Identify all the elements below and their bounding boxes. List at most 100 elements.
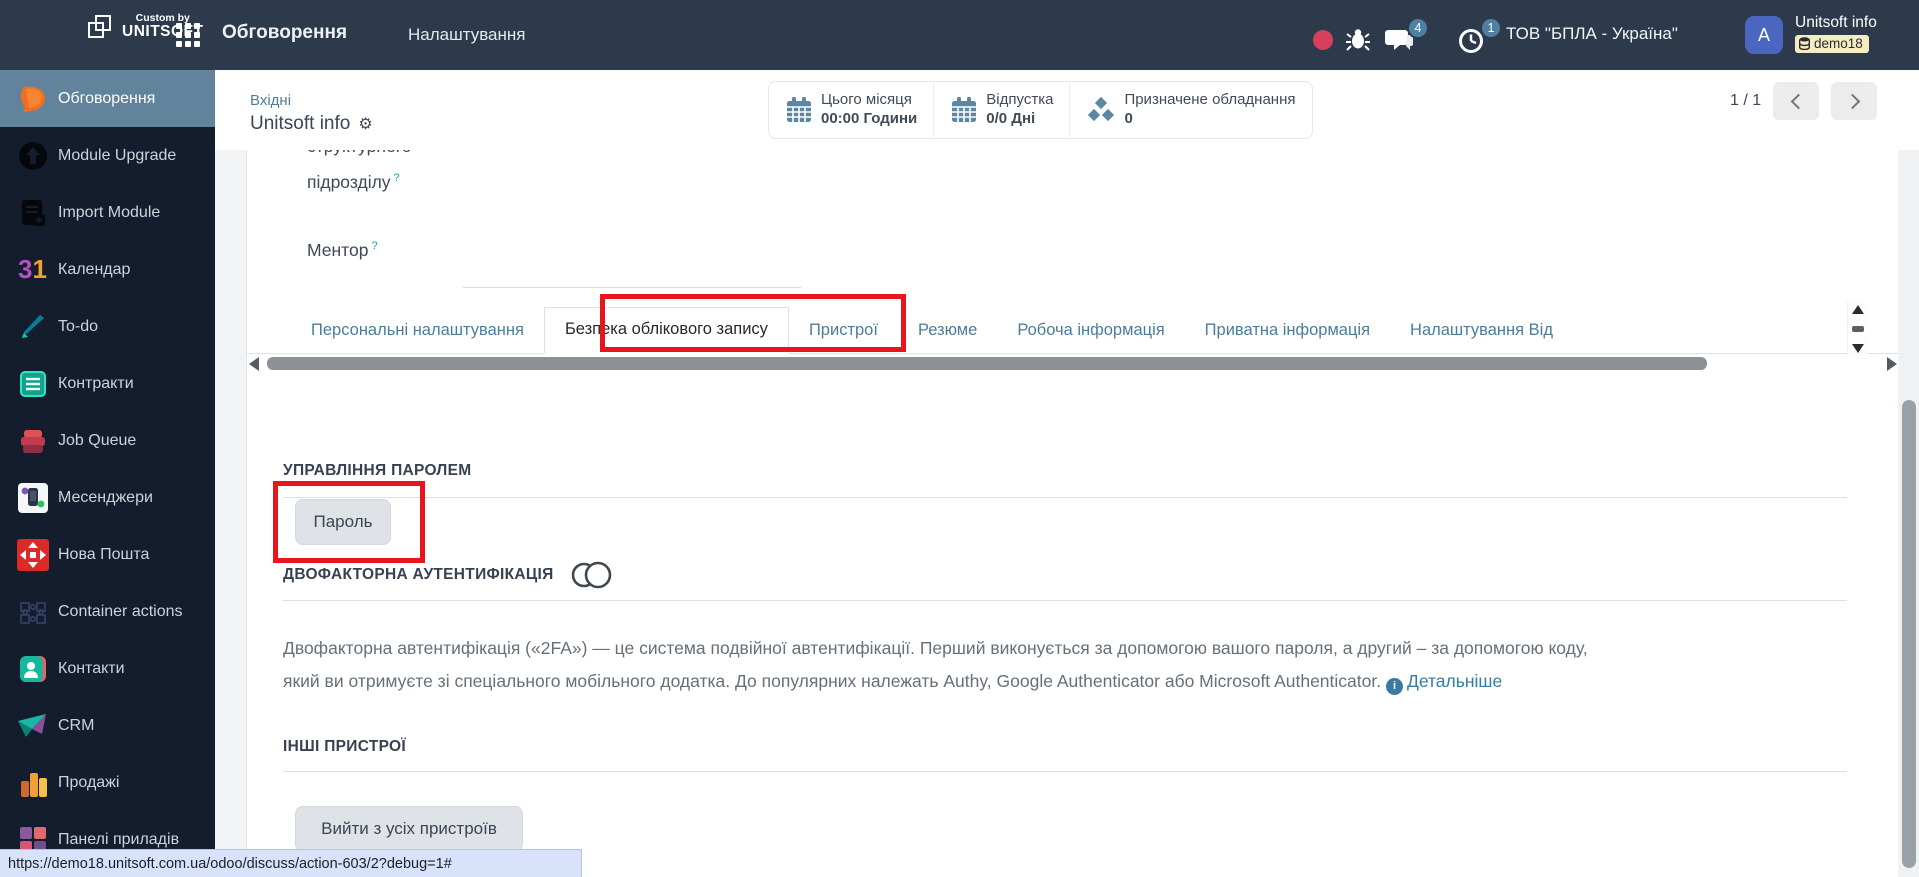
sidebar-item-label: Месенджери — [58, 488, 153, 506]
company-name[interactable]: ТОВ "БПЛА - Україна" — [1506, 24, 1678, 44]
pager-previous-button[interactable] — [1773, 82, 1820, 120]
sidebar-item-label: Обговорення — [58, 89, 156, 107]
sidebar-item-label: Import Module — [58, 203, 161, 221]
sidebar-item-label: Продажі — [58, 773, 120, 791]
learn-more-link[interactable]: Детальніше — [1407, 671, 1502, 691]
horizontal-scrollbar[interactable] — [247, 356, 1898, 374]
scroll-right-icon[interactable] — [1887, 357, 1897, 371]
messages-badge[interactable]: 4 — [1407, 17, 1429, 39]
sidebar-item-nova-poshta[interactable]: Нова Пошта — [0, 526, 215, 583]
unitsoft-logo-icon — [88, 13, 114, 41]
sidebar-item-module-upgrade[interactable]: Module Upgrade — [0, 127, 215, 184]
stat-equipment[interactable]: Призначене обладнання 0 — [1070, 82, 1311, 138]
pager-next-button[interactable] — [1831, 82, 1878, 120]
sidebar-item-label: Панелі приладів — [58, 830, 180, 848]
bug-icon[interactable] — [1345, 26, 1371, 52]
sales-chart-icon — [16, 766, 49, 799]
sidebar-item-contracts[interactable]: Контракти — [0, 355, 215, 412]
horizontal-scroll-thumb[interactable] — [267, 357, 1707, 370]
devices-section-title: ІНШІ ПРИСТРОЇ — [283, 738, 406, 755]
vertical-scroll-thumb[interactable] — [1902, 400, 1916, 868]
apps-grid-icon[interactable] — [176, 23, 202, 49]
messengers-icon — [16, 481, 49, 514]
sidebar-item-import-module[interactable]: Import Module — [0, 184, 215, 241]
tab-resume[interactable]: Резюме — [898, 309, 997, 353]
tab-scroll-control[interactable] — [1847, 302, 1867, 356]
tab-settings-cut[interactable]: Налаштування Від — [1390, 309, 1573, 353]
help-icon[interactable]: ? — [371, 240, 377, 252]
tab-account-security[interactable]: Безпека облікового запису — [543, 307, 789, 354]
current-app-name[interactable]: Обговорення — [222, 22, 347, 44]
twofa-header-row: ДВОФАКТОРНА АУТЕНТИФІКАЦІЯ — [283, 560, 614, 590]
mentor-field[interactable] — [463, 287, 801, 288]
logout-all-devices-button[interactable]: Вийти з усіх пристроїв — [295, 806, 523, 852]
record-dot[interactable] — [1313, 30, 1333, 50]
scroll-left-icon[interactable] — [249, 357, 259, 371]
section-divider — [283, 497, 1847, 498]
chevron-left-icon — [1790, 93, 1806, 109]
top-navbar: Custom by UNITSOFT Обговорення Налаштува… — [0, 0, 1919, 70]
sidebar-item-label: Контакти — [58, 659, 125, 677]
tab-work-information[interactable]: Робоча інформація — [997, 309, 1184, 353]
database-name: demo18 — [1814, 36, 1863, 51]
help-icon[interactable]: ? — [394, 172, 400, 184]
sidebar-item-todo[interactable]: To-do — [0, 298, 215, 355]
job-queue-icon — [16, 424, 49, 457]
pager-count: 1 / 1 — [1730, 92, 1762, 109]
mentor-text: Ментор — [307, 240, 369, 260]
stat-this-month[interactable]: Цього місяця 00:00 Години — [769, 82, 935, 138]
sidebar-item-job-queue[interactable]: Job Queue — [0, 412, 215, 469]
gear-icon[interactable]: ⚙ — [358, 114, 372, 134]
calendar-icon — [952, 97, 977, 122]
stat-label: Цього місяця — [821, 91, 912, 109]
menu-settings[interactable]: Налаштування — [408, 25, 526, 45]
vertical-scrollbar[interactable] — [1899, 150, 1919, 877]
tab-devices[interactable]: Пристрої — [789, 309, 898, 353]
sidebar-item-discuss[interactable]: Обговорення — [0, 70, 215, 127]
sidebar-item-contacts[interactable]: Контакти — [0, 640, 215, 697]
scroll-down-icon[interactable] — [1851, 344, 1864, 353]
stat-value: 00:00 Години — [821, 110, 918, 127]
discuss-icon — [16, 82, 49, 115]
stat-label: Призначене обладнання — [1124, 91, 1296, 109]
activity-badge[interactable]: 1 — [1480, 17, 1502, 39]
avatar[interactable]: A — [1745, 16, 1783, 54]
stat-value: 0 — [1124, 110, 1133, 127]
structural-unit-label-line1: структурного — [307, 150, 412, 157]
calendar-digit-3: 3 — [18, 254, 33, 284]
sidebar-item-label: Module Upgrade — [58, 146, 177, 164]
sidebar-item-sales[interactable]: Продажі — [0, 754, 215, 811]
nova-poshta-icon — [16, 538, 49, 571]
tab-private-information[interactable]: Приватна інформація — [1185, 309, 1390, 353]
breadcrumb: Unitsoft info ⚙ — [250, 113, 373, 135]
sidebar-item-messengers[interactable]: Месенджери — [0, 469, 215, 526]
control-bar: Вхідні Unitsoft info ⚙ Цього місяця 00:0… — [215, 70, 1919, 150]
sidebar-item-label: Нова Пошта — [58, 545, 150, 563]
import-module-icon — [16, 196, 49, 229]
info-icon: i — [1385, 678, 1403, 695]
tab-scroll-thumb[interactable] — [1851, 326, 1864, 332]
sidebar-item-label: CRM — [58, 716, 95, 734]
sidebar-item-calendar[interactable]: 31 Календар — [0, 241, 215, 298]
database-icon — [1799, 37, 1810, 50]
stat-buttons: Цього місяця 00:00 Години Відпустка 0/0 … — [768, 81, 1313, 139]
tab-personal-settings[interactable]: Персональні налаштування — [291, 309, 544, 353]
user-name: Unitsoft info — [1795, 14, 1877, 31]
stat-vacation[interactable]: Відпустка 0/0 Дні — [934, 82, 1071, 138]
cubes-icon — [1086, 96, 1117, 124]
scroll-up-icon[interactable] — [1851, 305, 1864, 314]
breadcrumb-current: Unitsoft info — [250, 113, 351, 134]
breadcrumb-parent[interactable]: Вхідні — [250, 92, 291, 109]
calendar-31-icon: 31 — [16, 253, 49, 286]
password-button[interactable]: Пароль — [295, 499, 391, 545]
sidebar-item-crm[interactable]: CRM — [0, 697, 215, 754]
twofa-text-line2: який ви отримуєте зі спеціального мобіль… — [283, 671, 1382, 691]
toggle-off-icon[interactable] — [568, 560, 614, 590]
calendar-icon — [787, 97, 811, 122]
content-area: структурного підрозділу? Ментор? Персона… — [215, 150, 1919, 877]
todo-pencil-icon — [16, 310, 49, 343]
sidebar-item-container-actions[interactable]: Container actions — [0, 583, 215, 640]
user-menu[interactable]: Unitsoft info demo18 — [1795, 14, 1877, 53]
twofa-text-line1: Двофакторна автентифікація («2FA») — це … — [283, 638, 1588, 658]
mentor-label: Ментор? — [307, 240, 378, 261]
